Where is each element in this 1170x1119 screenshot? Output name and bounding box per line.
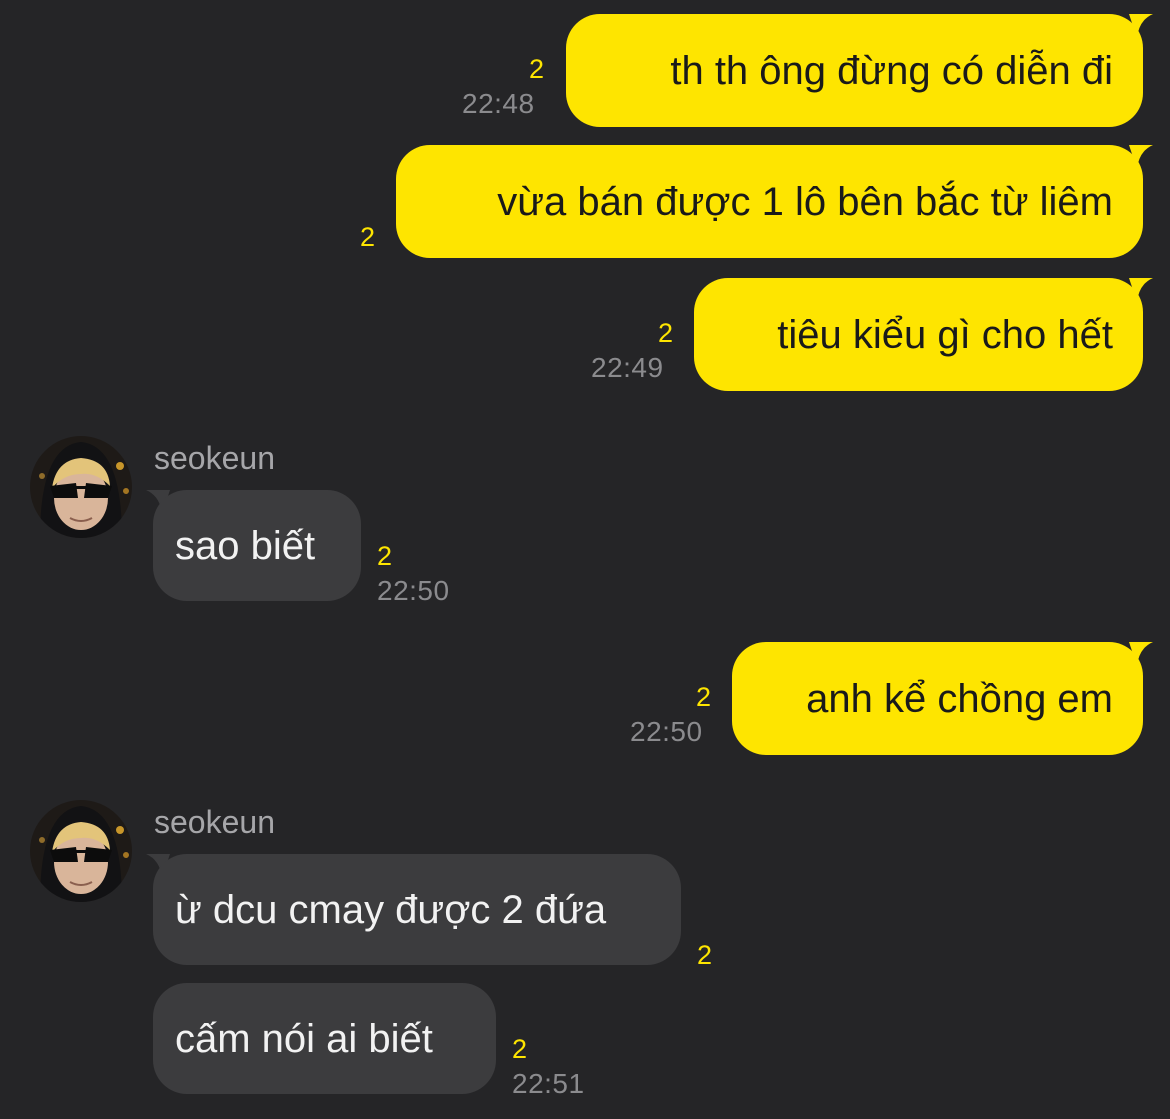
message-timestamp: 22:51 (512, 1068, 585, 1099)
profile-photo-icon[interactable] (30, 436, 132, 538)
unread-count: 2 (512, 1034, 528, 1064)
incoming-bubble[interactable]: ừ dcu cmay được 2 đứa (153, 854, 681, 965)
message-timestamp: 22:50 (630, 716, 703, 747)
outgoing-bubble[interactable]: th th ông đừng có diễn đi (566, 14, 1143, 127)
bubble-tail-icon (1129, 278, 1153, 302)
incoming-bubble[interactable]: sao biết (153, 490, 361, 601)
bubble-tail-icon (1129, 145, 1153, 169)
message-timestamp: 22:50 (377, 575, 450, 606)
unread-count: 2 (658, 318, 674, 348)
outgoing-bubble[interactable]: anh kể chồng em (732, 642, 1143, 755)
unread-count: 2 (377, 541, 393, 571)
unread-count: 2 (697, 940, 713, 970)
message-text: anh kể chồng em (806, 676, 1113, 721)
sender-name: seokeun (154, 440, 275, 476)
message-text: ừ dcu cmay được 2 đứa (175, 887, 607, 932)
unread-count: 2 (529, 54, 545, 84)
chat-window: 2 22:48 th th ông đừng có diễn đi 2 vừa … (0, 0, 1170, 1119)
bubble-tail-icon (1129, 14, 1153, 38)
profile-photo-icon[interactable] (30, 800, 132, 902)
incoming-bubble[interactable]: cấm nói ai biết (153, 983, 496, 1094)
unread-count: 2 (696, 682, 712, 712)
message-text: tiêu kiểu gì cho hết (777, 312, 1113, 357)
message-text: th th ông đừng có diễn đi (670, 48, 1113, 93)
message-text: cấm nói ai biết (175, 1016, 433, 1061)
message-timestamp: 22:49 (591, 352, 664, 383)
unread-count: 2 (360, 222, 376, 252)
message-timestamp: 22:48 (462, 88, 535, 119)
bubble-tail-icon (1129, 642, 1153, 666)
message-text: vừa bán được 1 lô bên bắc từ liêm (497, 179, 1113, 224)
message-text: sao biết (175, 523, 316, 568)
outgoing-bubble[interactable]: tiêu kiểu gì cho hết (694, 278, 1143, 391)
sender-name: seokeun (154, 804, 275, 840)
outgoing-bubble[interactable]: vừa bán được 1 lô bên bắc từ liêm (396, 145, 1143, 258)
